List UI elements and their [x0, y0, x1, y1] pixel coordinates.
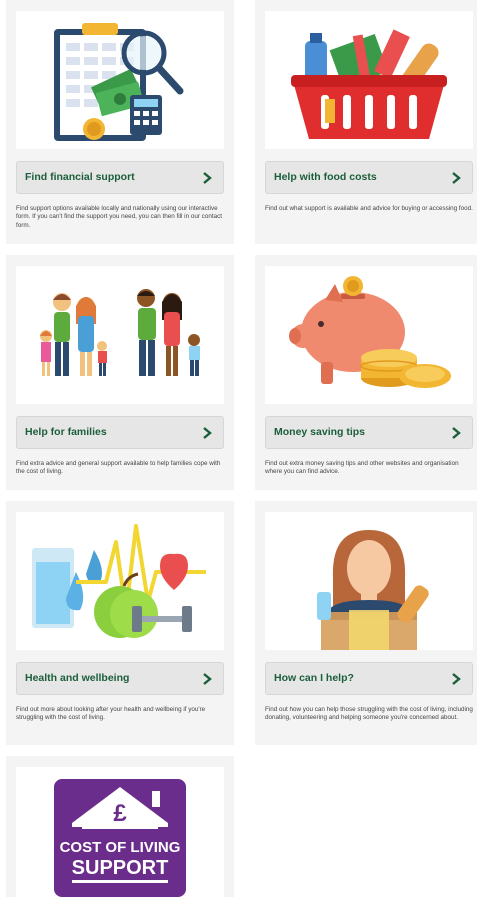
card-description: Find extra advice and general support av…	[16, 460, 221, 476]
pound-symbol: £	[113, 800, 127, 827]
cost-of-living-logo-image: £ COST OF LIVING SUPPORT	[16, 767, 224, 897]
card-description: Find out extra money saving tips and oth…	[265, 460, 459, 476]
card-description: Find support options available locally a…	[16, 205, 222, 229]
card-financial-support[interactable]: Find financial support Find support opti…	[6, 0, 234, 244]
button-label: Find financial support	[25, 171, 135, 183]
chevron-right-icon	[203, 427, 212, 439]
financial-support-image	[16, 11, 224, 149]
button-label: Help with food costs	[274, 171, 377, 183]
card-description: Find out what support is available and a…	[265, 205, 473, 212]
chevron-right-icon	[452, 673, 461, 685]
card-how-can-i-help[interactable]: How can I help? Find out how you can hel…	[255, 501, 477, 745]
how-can-i-help-button[interactable]: How can I help?	[265, 662, 473, 695]
card-families[interactable]: Help for families Find extra advice and …	[6, 255, 234, 490]
button-label: Help for families	[25, 426, 107, 438]
card-cost-of-living-support[interactable]: £ COST OF LIVING SUPPORT	[6, 756, 234, 897]
find-financial-support-button[interactable]: Find financial support	[16, 161, 224, 194]
chevron-right-icon	[203, 172, 212, 184]
health-and-wellbeing-button[interactable]: Health and wellbeing	[16, 662, 224, 695]
food-basket-image	[265, 11, 473, 149]
card-money-saving[interactable]: Money saving tips Find out extra money s…	[255, 255, 477, 490]
card-description: Find out how you can help those struggli…	[265, 706, 473, 722]
button-label: How can I help?	[274, 672, 354, 684]
help-for-families-button[interactable]: Help for families	[16, 416, 224, 449]
card-description: Find out more about looking after your h…	[16, 706, 206, 722]
piggy-bank-image	[265, 266, 473, 404]
chevron-right-icon	[452, 427, 461, 439]
chevron-right-icon	[203, 673, 212, 685]
volunteer-image	[265, 512, 473, 650]
health-wellbeing-image	[16, 512, 224, 650]
help-with-food-costs-button[interactable]: Help with food costs	[265, 161, 473, 194]
families-image	[16, 266, 224, 404]
card-health-wellbeing[interactable]: Health and wellbeing Find out more about…	[6, 501, 234, 745]
card-food-costs[interactable]: Help with food costs Find out what suppo…	[255, 0, 477, 244]
logo-line-2: SUPPORT	[72, 857, 169, 879]
money-saving-tips-button[interactable]: Money saving tips	[265, 416, 473, 449]
button-label: Money saving tips	[274, 426, 366, 438]
chevron-right-icon	[452, 172, 461, 184]
logo-line-1: COST OF LIVING	[60, 839, 181, 856]
button-label: Health and wellbeing	[25, 672, 130, 684]
